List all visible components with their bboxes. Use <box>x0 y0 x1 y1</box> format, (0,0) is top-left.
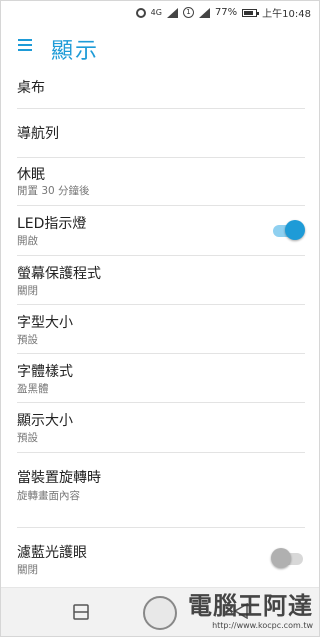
setting-title: LED指示燈 <box>17 216 87 232</box>
setting-sleep[interactable]: 休眠 閒置 30 分鐘後 <box>1 158 319 206</box>
setting-blue-light-filter[interactable]: 濾藍光護眼 關閉 <box>1 528 319 589</box>
setting-subtitle: 閒置 30 分鐘後 <box>17 185 90 197</box>
setting-rotation[interactable]: 當裝置旋轉時 旋轉畫面內容 <box>1 453 319 527</box>
recent-apps-icon[interactable] <box>73 604 89 620</box>
setting-title: 字體樣式 <box>17 364 73 380</box>
app-bar: 顯示 <box>1 25 319 71</box>
status-icons: 4G 1 77% 上午10:48 <box>135 5 311 20</box>
navigation-bar: 電腦王阿達 http://www.kocpc.com.tw <box>1 587 319 636</box>
signal-icon <box>166 7 178 18</box>
watermark-text: 電腦王阿達 <box>188 591 313 620</box>
toggle-knob <box>285 220 305 240</box>
watermark-logo: 電腦王阿達 http://www.kocpc.com.tw <box>188 586 313 630</box>
setting-navigation-bar[interactable]: 導航列 <box>1 109 319 158</box>
setting-screensaver[interactable]: 螢幕保護程式 關閉 <box>1 256 319 305</box>
setting-subtitle: 關閉 <box>17 285 38 297</box>
toggle-knob <box>271 548 291 568</box>
setting-display-size[interactable]: 顯示大小 預設 <box>1 403 319 452</box>
home-button[interactable] <box>143 596 177 630</box>
blue-light-toggle-switch[interactable] <box>271 548 303 568</box>
setting-led-indicator[interactable]: LED指示燈 開啟 <box>1 206 319 256</box>
setting-title: 螢幕保護程式 <box>17 266 101 282</box>
setting-title: 導航列 <box>17 126 59 142</box>
setting-subtitle: 預設 <box>17 432 38 444</box>
setting-font-size[interactable]: 字型大小 預設 <box>1 305 319 354</box>
setting-title: 濾藍光護眼 <box>17 545 87 561</box>
setting-subtitle: 預設 <box>17 334 38 346</box>
setting-subtitle: 開啟 <box>17 235 38 247</box>
phone-screen: 4G 1 77% 上午10:48 顯示 桌布 導航列 休眠 閒置 30 分鐘後 <box>0 0 320 637</box>
battery-percent: 77% <box>214 7 238 18</box>
setting-wallpaper[interactable]: 桌布 <box>1 71 319 108</box>
menu-icon[interactable] <box>18 39 32 51</box>
setting-subtitle: 關閉 <box>17 564 38 576</box>
status-bar: 4G 1 77% 上午10:48 <box>1 1 319 25</box>
battery-icon <box>242 8 260 17</box>
page-title: 顯示 <box>51 39 100 64</box>
led-toggle-switch[interactable] <box>273 220 305 240</box>
sync-ring-icon <box>135 7 146 18</box>
setting-title: 顯示大小 <box>17 413 73 429</box>
setting-title: 字型大小 <box>17 315 73 331</box>
signal-icon-2 <box>198 7 210 18</box>
setting-title: 桌布 <box>17 80 45 96</box>
clock: 上午10:48 <box>262 9 311 20</box>
setting-title: 休眠 <box>17 167 45 183</box>
sim-badge: 1 <box>182 7 194 18</box>
setting-subtitle: 盈黑體 <box>17 383 49 395</box>
setting-subtitle: 旋轉畫面內容 <box>17 490 80 502</box>
network-type-label: 4G <box>150 8 162 17</box>
setting-title: 當裝置旋轉時 <box>17 470 101 486</box>
setting-font-style[interactable]: 字體樣式 盈黑體 <box>1 354 319 403</box>
watermark-url: http://www.kocpc.com.tw <box>212 621 313 630</box>
